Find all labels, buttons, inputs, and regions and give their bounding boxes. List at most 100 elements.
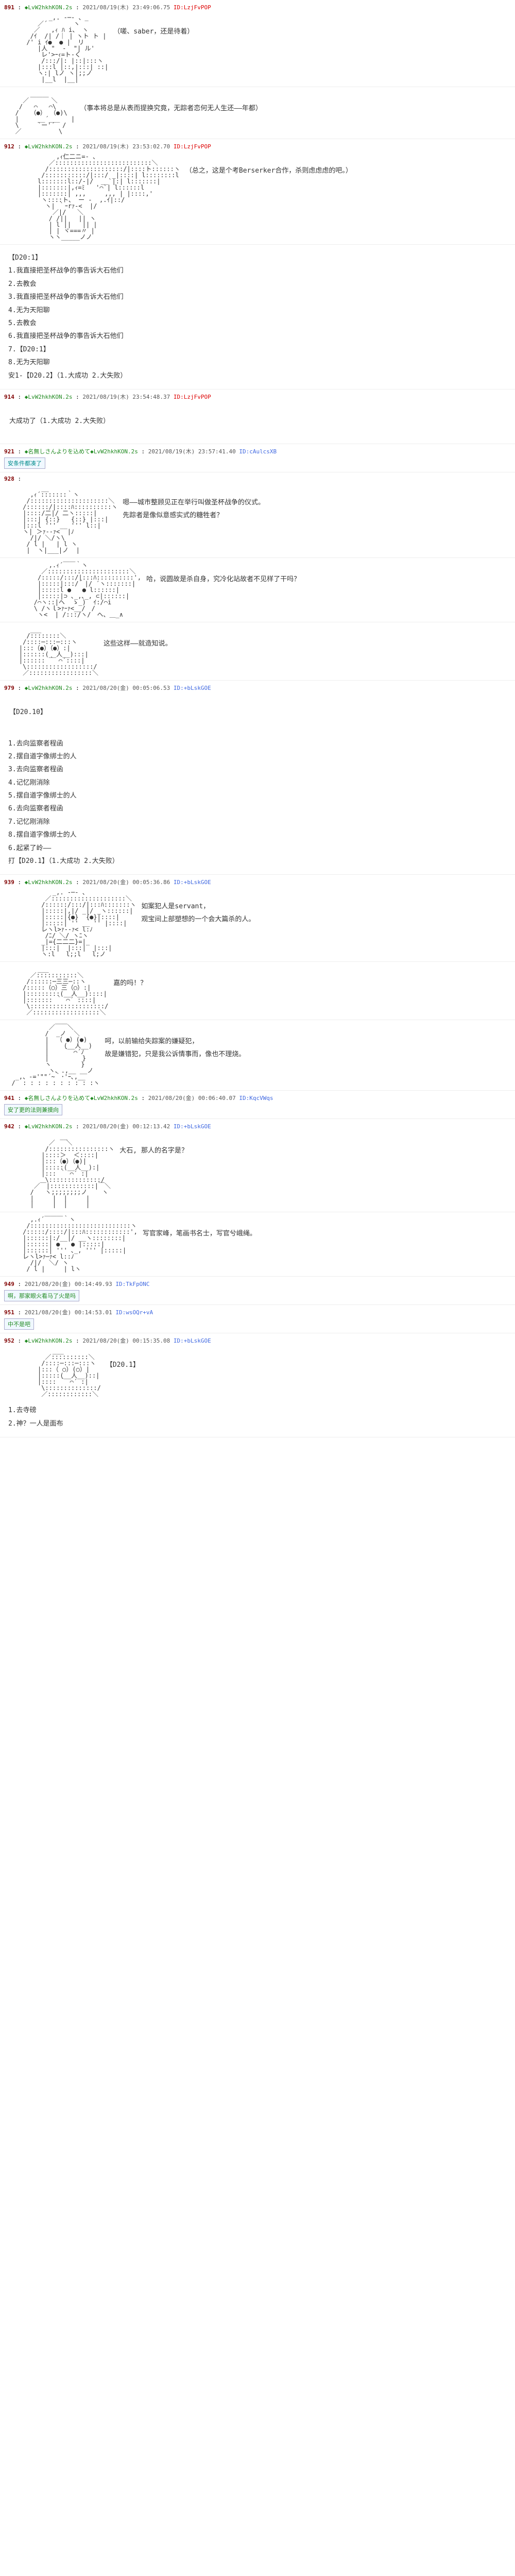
dialogue-line: 故是嫌错犯，只是我公诉情事而，像也不理烧。 bbox=[105, 1049, 245, 1060]
dialogue: 如案犯人是servant，观宝间上部塑想的一个会大篇杀的人。 bbox=[136, 889, 260, 957]
choice-option[interactable]: 5.摆自道字像绑士的人 bbox=[8, 790, 507, 802]
post: 921 : ◆名無しさんよりを込めて◆LvW2hkhKON.2s : 2021/… bbox=[0, 444, 515, 472]
choice-option[interactable]: 安1-【D20.2】（1.大成功 2.大失败） bbox=[8, 370, 507, 382]
choice-option[interactable]: 1.去向监察者程函 bbox=[8, 738, 507, 750]
timestamp: 2021/08/20(金) 00:14:49.93 bbox=[25, 1281, 112, 1287]
choice-option[interactable]: 【D20:1】 bbox=[8, 252, 507, 264]
post-header: 949 : 2021/08/20(金) 00:14:49.93 ID:TkFpO… bbox=[0, 1279, 515, 1289]
post-id: ID:+bLskGOE bbox=[174, 1337, 211, 1344]
post: 952 : ◆LvW2hkhKON.2s : 2021/08/20(金) 00:… bbox=[0, 1333, 515, 1437]
choice-option[interactable]: 6.去向监察者程函 bbox=[8, 803, 507, 815]
post-body: ___ ／::::::::::＼ /::::─:::─:::ヽ |:::（ ○）… bbox=[0, 1346, 515, 1399]
post-number: 951 bbox=[4, 1309, 14, 1316]
timestamp: 2021/08/19(木) 23:54:48.37 bbox=[82, 394, 170, 400]
timestamp: 2021/08/20(金) 00:06:40.07 bbox=[148, 1095, 236, 1101]
tripcode: ◆LvW2hkhKON.2s bbox=[25, 685, 73, 691]
choice-option[interactable]: 2.摆自道字像绑士的人 bbox=[8, 751, 507, 762]
timestamp: 2021/08/20(金) 00:12:13.42 bbox=[82, 1123, 170, 1130]
choice-option[interactable]: 4.记忆刚消除 bbox=[8, 777, 507, 789]
post-body: __ ／ ＼ /::::::::::::::::ヽ |::::＞ ＜::::| … bbox=[0, 1131, 515, 1210]
post-body: ___ /::::::::＼ /::::─:::─:::ヽ |:::（●）（●）… bbox=[0, 624, 515, 678]
post-number: 939 bbox=[4, 879, 14, 886]
dialogue: 嘉的吗！？ bbox=[108, 966, 152, 1015]
ascii-art: ___ /::::::::＼ /::::─:::─:::ヽ |:::（●）（●）… bbox=[4, 626, 98, 676]
post-header: 921 : ◆名無しさんよりを込めて◆LvW2hkhKON.2s : 2021/… bbox=[0, 446, 515, 456]
dialogue: 写官家峰，笔画书名士，写官兮峨绳。 bbox=[138, 1216, 262, 1272]
post-header: 914 : ◆LvW2hkhKON.2s : 2021/08/19(木) 23:… bbox=[0, 392, 515, 402]
choice-option[interactable]: 3.我直接把圣杯战争的事告诉大石他们 bbox=[8, 291, 507, 303]
choice-option[interactable]: 4.无为天阳聊 bbox=[8, 304, 507, 316]
post-id: ID:LzjFvPOP bbox=[174, 394, 211, 400]
choice-option[interactable]: 8.无为天阳聊 bbox=[8, 357, 507, 368]
choice-option[interactable]: 打【D20.1】（1.大成功 2.大失败） bbox=[8, 855, 507, 867]
post: 912 : ◆LvW2hkhKON.2s : 2021/08/19(木) 23:… bbox=[0, 139, 515, 245]
post: ___ /::::::::＼ /::::─:::─:::ヽ |:::（●）（●）… bbox=[0, 622, 515, 681]
ascii-art: ,ｨ仁二ニ=- 、 ／::::::::::::::::::::::::::＼ /… bbox=[4, 154, 180, 240]
ascii-art: _,. -─- 、_ ／´ ヽ ／ ,ｨ ﾊ i、 ヽ /ｲ /| /｜ | ヽ… bbox=[4, 14, 108, 82]
post-number: 921 bbox=[4, 448, 14, 455]
ascii-art: ___ ／:::::::::::＼ /::::::─三三─::ヽ /:::::（… bbox=[4, 966, 108, 1015]
dialogue: （嗟、saber，还是待着） bbox=[108, 14, 199, 82]
timestamp: 2021/08/20(金) 00:05:06.53 bbox=[82, 685, 170, 691]
post: 939 : ◆LvW2hkhKON.2s : 2021/08/20(金) 00:… bbox=[0, 875, 515, 962]
dialogue-line: 先踪者是像似意感实式的糖牲者？ bbox=[123, 511, 265, 521]
post-number: 912 bbox=[4, 143, 14, 150]
timestamp: 2021/08/20(金) 00:05:36.86 bbox=[82, 879, 170, 886]
post-id: ID:TkFpONC bbox=[115, 1281, 149, 1287]
choice-option[interactable]: 7.记忆刚消除 bbox=[8, 816, 507, 828]
ascii-art: __ ／ ＼ /::::::::::::::::ヽ |::::＞ ＜::::| … bbox=[4, 1133, 114, 1208]
post-header: 979 : ◆LvW2hkhKON.2s : 2021/08/20(金) 00:… bbox=[0, 683, 515, 693]
dialogue-line: （总之，这是个考Berserker合作，杀则虑虑虑的吧。） bbox=[185, 166, 352, 177]
post-body: ,.ｨ´￣￣￣｀ヽ /:::::::::::::::::::::::::::ヽ … bbox=[0, 1214, 515, 1274]
post-body: 大成功了（1.大成功 2.大失败） bbox=[0, 402, 515, 442]
choice-option[interactable]: 8.摆自道字像绑士的人 bbox=[8, 829, 507, 841]
post-number: 941 bbox=[4, 1095, 14, 1101]
post-header: 942 : ◆LvW2hkhKON.2s : 2021/08/20(金) 00:… bbox=[0, 1121, 515, 1131]
post-id: ID:LzjFvPOP bbox=[174, 143, 211, 150]
ascii-art: ,.ｨ´￣￣｀ヽ ／::::::::::::::::::::::＼ /:::::… bbox=[4, 562, 141, 618]
choice-option[interactable]: 2.神？一人是面布 bbox=[8, 1418, 507, 1430]
dialogue-line: 哈，说圆故是杀自身，究冷化站故者不见样了干吗？ bbox=[146, 574, 300, 585]
post: 【D20:1】1.我直接把圣杯战争的事告诉大石他们2.去教会3.我直接把圣杯战争… bbox=[0, 245, 515, 389]
post-id: ID:LzjFvPOP bbox=[174, 4, 211, 11]
dialogue: （总之，这是个考Berserker合作，杀则虑虑虑的吧。） bbox=[180, 154, 357, 240]
tripcode: ◆LvW2hkhKON.2s bbox=[25, 143, 73, 150]
post-number: 952 bbox=[4, 1337, 14, 1344]
post-header: 939 : ◆LvW2hkhKON.2s : 2021/08/20(金) 00:… bbox=[0, 877, 515, 887]
post-header: 891 : ◆LvW2hkhKON.2s : 2021/08/19(木) 23:… bbox=[0, 2, 515, 12]
post-header: 928 : bbox=[0, 474, 515, 483]
dialogue-line: 呵，以前输给失踪案的嫌疑犯， bbox=[105, 1037, 245, 1047]
choice-option[interactable]: 7.【D20:1】 bbox=[8, 344, 507, 355]
choice-option[interactable]: 3.去向监察者程函 bbox=[8, 764, 507, 775]
dialogue-line: 这些这样——就造知说。 bbox=[104, 639, 172, 650]
choice-option[interactable]: 1.我直接把圣杯战争的事告诉大石他们 bbox=[8, 265, 507, 277]
choice-option[interactable]: 6.我直接把圣杯战争的事告诉大石他们 bbox=[8, 330, 507, 342]
post-header: 952 : ◆LvW2hkhKON.2s : 2021/08/20(金) 00:… bbox=[0, 1335, 515, 1346]
dialogue-line: （事本将总是从表而提换究竟，无踪者恋何无人生还——年都） bbox=[80, 104, 262, 114]
post-number: 928 bbox=[4, 476, 14, 482]
dialogue-line: 大成功了（1.大成功 2.大失败） bbox=[9, 416, 110, 427]
post-id: ID:+bLskGOE bbox=[174, 1123, 211, 1130]
post: 914 : ◆LvW2hkhKON.2s : 2021/08/19(木) 23:… bbox=[0, 389, 515, 444]
tripcode: ◆LvW2hkhKON.2s bbox=[25, 879, 73, 886]
reply-quote: 啊，那家眼火看马了火是吗 bbox=[4, 1290, 79, 1301]
post: 891 : ◆LvW2hkhKON.2s : 2021/08/19(木) 23:… bbox=[0, 0, 515, 87]
dialogue: 这些这样——就造知说。 bbox=[98, 626, 177, 676]
choice-option[interactable]: 1.去寺磅 bbox=[8, 1404, 507, 1416]
choice-option[interactable]: 2.去教会 bbox=[8, 278, 507, 290]
dialogue-line: 写官家峰，笔画书名士，写官兮峨绳。 bbox=[143, 1229, 256, 1240]
post-id: ID:wsOQr+vA bbox=[115, 1309, 153, 1316]
timestamp: 2021/08/19(木) 23:57:41.40 bbox=[148, 448, 236, 455]
post-number: 891 bbox=[4, 4, 14, 11]
post-header: 912 : ◆LvW2hkhKON.2s : 2021/08/19(木) 23:… bbox=[0, 141, 515, 151]
ascii-art: ＿＿＿ ／ ＼ / ⌒ ⌒\ / （●） （●)\ | __´___ | \ `… bbox=[4, 91, 75, 134]
subject-line: 安条件都凑了 bbox=[4, 457, 45, 469]
post-number: 979 bbox=[4, 685, 14, 691]
post-id: ID:cAulcsXB bbox=[239, 448, 277, 455]
dialogue-line: 【D20.1】 bbox=[106, 1360, 140, 1371]
tripcode: ◆LvW2hkhKON.2s bbox=[25, 1337, 73, 1344]
choice-option[interactable]: 5.去教会 bbox=[8, 317, 507, 329]
post: 941 : ◆名無しさんよりを込めて◆LvW2hkhKON.2s : 2021/… bbox=[0, 1091, 515, 1119]
post-id: ID:+bLskGOE bbox=[174, 685, 211, 691]
choice-option[interactable]: 6.起紧了岭—— bbox=[8, 842, 507, 854]
